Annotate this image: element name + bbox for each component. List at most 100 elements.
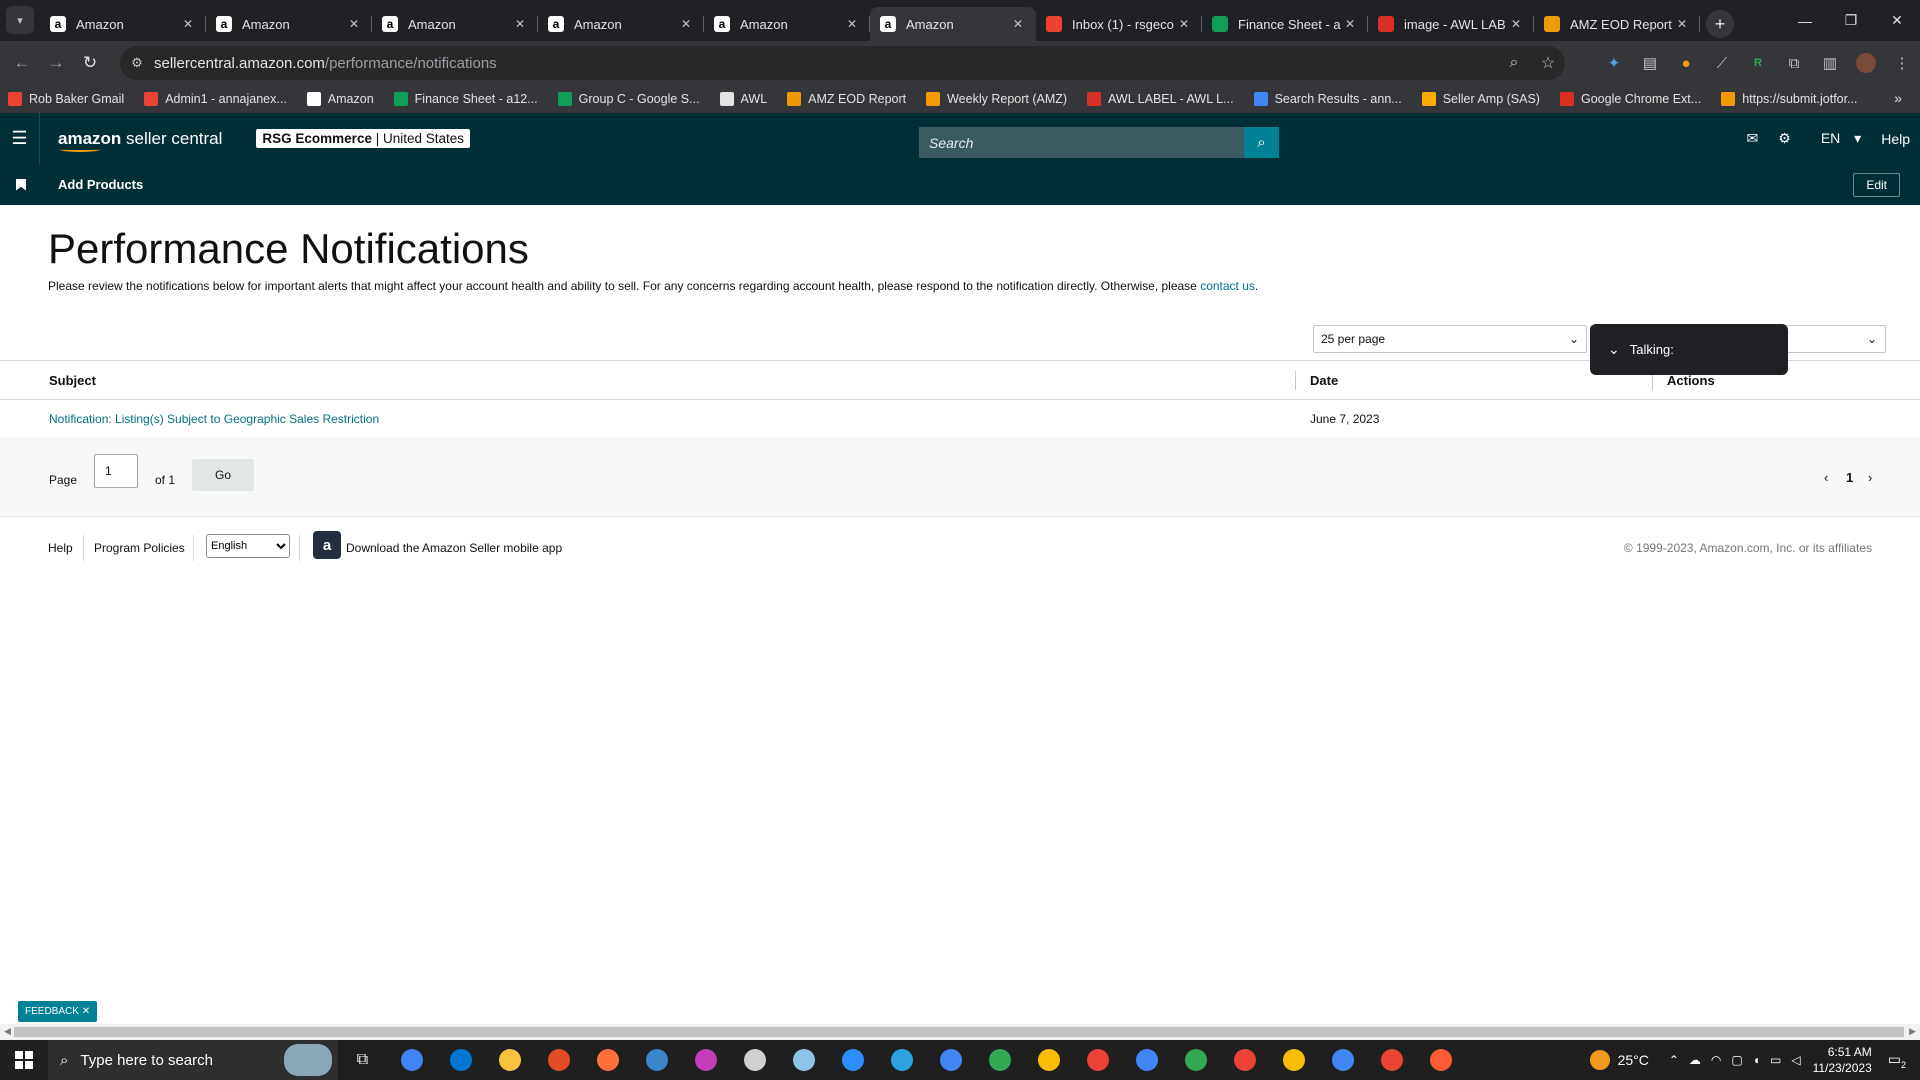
- help-link[interactable]: Help: [1881, 131, 1910, 147]
- bookmark-item[interactable]: AWL: [719, 92, 767, 106]
- close-icon[interactable]: ✕: [82, 1006, 90, 1017]
- extensions-puzzle-icon[interactable]: ⧉: [1776, 55, 1812, 72]
- forward-icon[interactable]: →: [40, 47, 72, 79]
- chrome-icon[interactable]: [1269, 1040, 1318, 1080]
- edit-button[interactable]: Edit: [1853, 173, 1900, 197]
- chrome-icon[interactable]: [975, 1040, 1024, 1080]
- new-tab-button[interactable]: +: [1706, 10, 1734, 38]
- bookmark-item[interactable]: Admin1 - annajanex...: [144, 92, 287, 106]
- restore-icon[interactable]: ❐: [1828, 0, 1874, 41]
- chrome-icon[interactable]: [1367, 1040, 1416, 1080]
- chrome-icon[interactable]: [1171, 1040, 1220, 1080]
- notes-icon[interactable]: [779, 1040, 828, 1080]
- browser-tab[interactable]: a Amazon ✕: [538, 7, 704, 41]
- zoom-icon[interactable]: ⌕: [1497, 54, 1531, 72]
- footer-language-select[interactable]: English: [206, 534, 290, 558]
- menu-kebab-icon[interactable]: ⋮: [1884, 54, 1920, 72]
- chevron-down-icon[interactable]: ⌄: [1608, 341, 1620, 358]
- browser-tab[interactable]: image - AWL LAB ✕: [1368, 7, 1534, 41]
- extension-icon[interactable]: ▤: [1632, 54, 1668, 72]
- gear-icon[interactable]: ⚙: [1778, 130, 1791, 147]
- bookmark-item[interactable]: AWL LABEL - AWL L...: [1087, 92, 1234, 106]
- camera-icon[interactable]: ▢: [1731, 1053, 1742, 1067]
- search-input[interactable]: [919, 127, 1244, 158]
- extension-icon[interactable]: ✦: [1596, 54, 1632, 72]
- download-app-link[interactable]: Download the Amazon Seller mobile app: [346, 541, 562, 555]
- browser-tab[interactable]: Finance Sheet - a ✕: [1202, 7, 1368, 41]
- contact-us-link[interactable]: contact us: [1200, 279, 1255, 293]
- battery-icon[interactable]: ▭: [1770, 1053, 1781, 1067]
- current-page-number[interactable]: 1: [1846, 470, 1853, 485]
- close-tab-icon[interactable]: ✕: [1342, 17, 1358, 31]
- extension-icon[interactable]: ●: [1668, 55, 1704, 72]
- language-selector[interactable]: EN ▾: [1811, 130, 1861, 147]
- reload-icon[interactable]: ↻: [74, 47, 106, 79]
- account-switcher[interactable]: RSG Ecommerce | United States: [256, 129, 471, 148]
- bookmark-item[interactable]: Rob Baker Gmail: [8, 92, 124, 106]
- browser-tab[interactable]: a Amazon ✕: [206, 7, 372, 41]
- bookmark-star-icon[interactable]: ☆: [1531, 53, 1565, 73]
- browser-tab[interactable]: AMZ EOD Report ✕: [1534, 7, 1700, 41]
- extension-icon[interactable]: R: [1740, 57, 1776, 69]
- address-bar[interactable]: ⚙ sellercentral.amazon.com/performance/n…: [120, 46, 1565, 80]
- firefox-icon[interactable]: [583, 1040, 632, 1080]
- chrome-icon[interactable]: [1220, 1040, 1269, 1080]
- close-tab-icon[interactable]: ✕: [1010, 17, 1026, 31]
- chrome-icon[interactable]: [387, 1040, 436, 1080]
- bookmark-item[interactable]: Seller Amp (SAS): [1421, 92, 1540, 106]
- scrollbar-thumb[interactable]: [14, 1027, 1904, 1037]
- bookmark-item[interactable]: AMZ EOD Report: [787, 92, 906, 106]
- notification-subject-link[interactable]: Notification: Listing(s) Subject to Geog…: [49, 412, 379, 426]
- amazon-seller-central-logo[interactable]: amazon seller central: [58, 129, 222, 152]
- mail-icon[interactable]: [436, 1040, 485, 1080]
- clock[interactable]: 6:51 AM 11/23/2023: [1813, 1044, 1872, 1076]
- browser-tab[interactable]: a Amazon ✕: [704, 7, 870, 41]
- app-icon[interactable]: [534, 1040, 583, 1080]
- side-panel-icon[interactable]: ▥: [1812, 54, 1848, 72]
- task-view-icon[interactable]: ⧉: [338, 1040, 387, 1080]
- chrome-icon[interactable]: [1073, 1040, 1122, 1080]
- bookmark-item[interactable]: Search Results - ann...: [1253, 92, 1402, 106]
- app-icon[interactable]: [681, 1040, 730, 1080]
- search-icon[interactable]: ⌕: [1244, 127, 1279, 158]
- profile-avatar-icon[interactable]: [1848, 53, 1884, 73]
- close-tab-icon[interactable]: ✕: [1674, 17, 1690, 31]
- close-tab-icon[interactable]: ✕: [346, 17, 362, 31]
- folder-icon[interactable]: [485, 1040, 534, 1080]
- bookmark-item[interactable]: Weekly Report (AMZ): [926, 92, 1067, 106]
- bookmark-item[interactable]: Group C - Google S...: [557, 92, 700, 106]
- bookmark-item[interactable]: Finance Sheet - a12...: [393, 92, 538, 106]
- app-icon[interactable]: [1416, 1040, 1465, 1080]
- close-tab-icon[interactable]: ✕: [1176, 17, 1192, 31]
- close-tab-icon[interactable]: ✕: [1508, 17, 1524, 31]
- chevron-left-icon[interactable]: ‹: [1824, 470, 1828, 485]
- url-text[interactable]: sellercentral.amazon.com/performance/not…: [154, 55, 1497, 72]
- scroll-left-icon[interactable]: ◀: [4, 1026, 11, 1037]
- chevron-right-icon[interactable]: ›: [1868, 470, 1872, 485]
- column-header-date[interactable]: Date: [1310, 373, 1338, 388]
- tab-search-icon[interactable]: ▾: [6, 6, 34, 34]
- zoom-icon[interactable]: [828, 1040, 877, 1080]
- telegram-icon[interactable]: [877, 1040, 926, 1080]
- minimize-icon[interactable]: —: [1782, 0, 1828, 41]
- add-products-link[interactable]: Add Products: [58, 177, 143, 192]
- program-policies-link[interactable]: Program Policies: [94, 541, 185, 555]
- talking-popup[interactable]: ⌄ Talking:: [1590, 324, 1788, 375]
- close-tab-icon[interactable]: ✕: [678, 17, 694, 31]
- bookmark-item[interactable]: https://submit.jotfor...: [1721, 92, 1858, 106]
- hamburger-menu-icon[interactable]: ☰: [0, 113, 40, 164]
- bookmark-item[interactable]: Amazon: [306, 92, 374, 106]
- chrome-icon[interactable]: [926, 1040, 975, 1080]
- page-number-input[interactable]: [94, 454, 138, 488]
- site-info-icon[interactable]: ⚙: [120, 55, 154, 71]
- cloud-icon[interactable]: ☁: [1689, 1053, 1701, 1067]
- chrome-icon[interactable]: [1024, 1040, 1073, 1080]
- app-icon[interactable]: [730, 1040, 779, 1080]
- tray-chevron-icon[interactable]: ⌃: [1669, 1053, 1679, 1067]
- seller-app-icon[interactable]: a: [313, 531, 341, 559]
- extension-icon[interactable]: ⟋: [1704, 55, 1740, 72]
- column-header-subject[interactable]: Subject: [49, 373, 96, 388]
- scroll-right-icon[interactable]: ▶: [1909, 1026, 1916, 1037]
- close-tab-icon[interactable]: ✕: [844, 17, 860, 31]
- notification-center-icon[interactable]: ▭2: [1888, 1051, 1906, 1070]
